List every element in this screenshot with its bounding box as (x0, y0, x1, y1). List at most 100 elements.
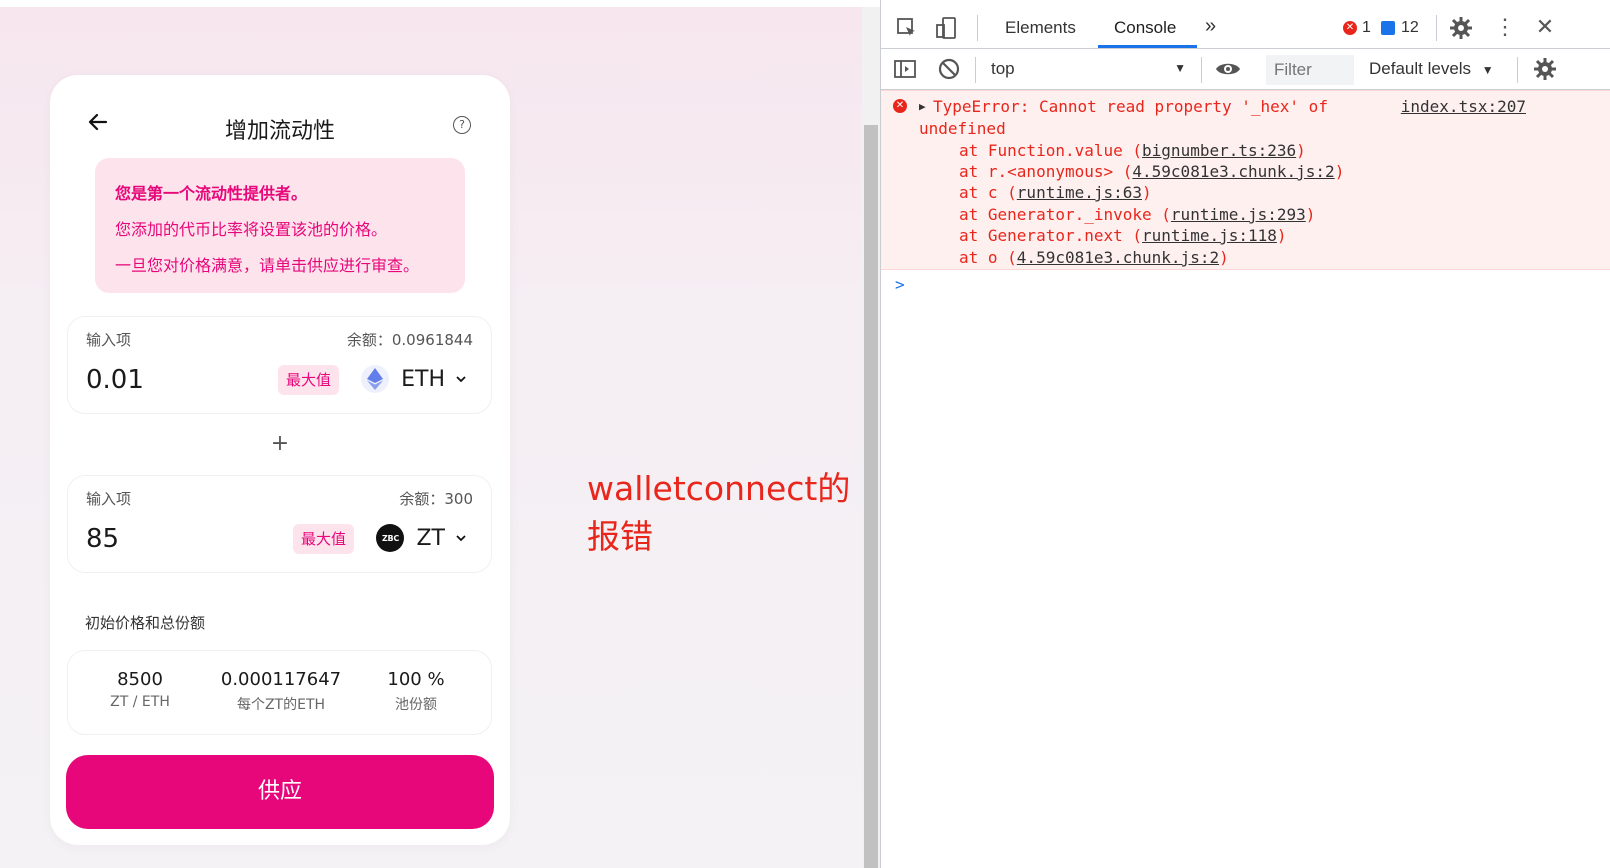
tab-elements[interactable]: Elements (1005, 18, 1076, 38)
chevron-down-icon (456, 535, 466, 542)
inspect-element-icon[interactable] (895, 16, 919, 40)
stack-link[interactable]: runtime.js:293 (1171, 205, 1306, 224)
message-count-badge[interactable]: 12 (1381, 19, 1419, 37)
error-source-link[interactable]: index.tsx:207 (1401, 97, 1526, 116)
toolbar-divider (1517, 57, 1518, 83)
devtools-tabbar: Elements Console » ✕ 1 12 ⋮ ✕ (881, 7, 1610, 49)
first-provider-notice: 您是第一个流动性提供者。 您添加的代币比率将设置该池的价格。 一旦您对价格满意，… (95, 158, 465, 293)
price-summary: 8500 ZT / ETH 0.000117647 每个ZT的ETH 100 %… (67, 650, 492, 735)
price-item: 100 % 池份额 (371, 669, 461, 714)
stack-text: ) (1334, 162, 1345, 181)
balance-text: 余额：0.0961844 (346, 331, 473, 349)
active-tab-indicator (1098, 45, 1197, 48)
stack-text: ) (1305, 205, 1316, 224)
card-title: 增加流动性 (224, 119, 335, 144)
error-icon: ✕ (1343, 21, 1357, 35)
price-unit: 池份额 (395, 697, 437, 713)
eth-icon (361, 365, 390, 393)
stack-text: ) (1142, 183, 1152, 202)
stack-link[interactable]: 4.59c081e3.chunk.js:2 (1017, 248, 1219, 267)
stack-text: ) (1219, 248, 1229, 267)
more-options-icon[interactable]: ⋮ (1493, 16, 1517, 40)
levels-label: Default levels (1369, 59, 1472, 78)
stack-frame: at Generator._invoke (runtime.js:293) (959, 205, 1315, 224)
amount-input[interactable]: 0.01 (86, 365, 144, 395)
max-button[interactable]: 最大值 (278, 365, 340, 395)
price-value: 0.000117647 (220, 669, 342, 690)
dropdown-arrow-icon: ▼ (1174, 61, 1186, 75)
token-symbol: ETH (401, 366, 445, 392)
error-message-line: undefined (919, 119, 1006, 138)
add-liquidity-card: 增加流动性 ? 您是第一个流动性提供者。 您添加的代币比率将设置该池的价格。 一… (50, 75, 510, 845)
clear-console-icon[interactable] (937, 57, 961, 81)
input-label: 输入项 (86, 331, 132, 349)
stack-text: ) (1276, 226, 1287, 245)
more-tabs-icon[interactable]: » (1205, 15, 1229, 39)
scrollbar-thumb[interactable] (864, 125, 878, 868)
stack-text: at r.<anonymous> ( (959, 162, 1133, 181)
stack-text: at o ( (959, 248, 1017, 267)
filter-input[interactable] (1266, 55, 1354, 85)
stack-frame: at Function.value (bignumber.ts:236) (959, 141, 1306, 160)
stack-link[interactable]: runtime.js:63 (1017, 183, 1142, 202)
error-icon: ✕ (893, 99, 907, 113)
annotation-text: walletconnect的报错 (587, 469, 851, 556)
notice-line-2: 一旦您对价格满意，请单击供应进行审查。 (115, 256, 420, 275)
stack-link[interactable]: bignumber.ts:236 (1142, 141, 1296, 160)
stack-text: ) (1296, 141, 1306, 160)
error-count: 1 (1362, 19, 1371, 36)
live-expression-eye-icon[interactable] (1215, 57, 1240, 81)
supply-button[interactable]: 供应 (66, 755, 494, 829)
stack-frame: at c (runtime.js:63) (959, 183, 1152, 202)
notice-line-1: 您添加的代币比率将设置该池的价格。 (115, 220, 388, 239)
currency-input-1: 输入项 余额：0.0961844 0.01 最大值 ETH (67, 316, 492, 414)
toolbar-divider (1436, 15, 1437, 41)
error-count-badge[interactable]: ✕ 1 (1343, 19, 1371, 37)
expand-triangle-icon[interactable]: ▶ (919, 100, 926, 113)
toolbar-divider (977, 15, 978, 41)
price-value: 8500 (117, 669, 163, 690)
log-levels-select[interactable]: Default levels ▼ (1369, 59, 1494, 79)
plus-icon: + (270, 431, 290, 456)
sidebar-toggle-icon[interactable] (893, 57, 917, 81)
console-settings-gear-icon[interactable] (1533, 57, 1557, 81)
balance-text: 余额：300 (399, 490, 473, 508)
error-message-line: TypeError: Cannot read property '_hex' o… (933, 97, 1328, 116)
price-unit: 每个ZT的ETH (236, 697, 326, 713)
amount-input[interactable]: 85 (86, 524, 119, 554)
price-item: 8500 ZT / ETH (90, 669, 190, 710)
console-error-message: ✕ ▶ TypeError: Cannot read property '_he… (881, 90, 1610, 270)
price-section-label: 初始价格和总份额 (85, 614, 206, 632)
token-symbol: ZT (416, 525, 445, 551)
max-button[interactable]: 最大值 (293, 524, 355, 554)
toolbar-divider (975, 57, 976, 83)
device-toolbar-icon[interactable] (935, 16, 959, 40)
settings-gear-icon[interactable] (1449, 16, 1473, 40)
chevron-down-icon (456, 376, 466, 383)
price-value: 100 % (387, 669, 445, 690)
context-select[interactable]: top ▼ (991, 59, 1186, 79)
console-toolbar: top ▼ Default levels ▼ (881, 49, 1610, 90)
token-selector-zt[interactable]: ZBC ZT (376, 520, 467, 556)
zt-token-icon: ZBC (376, 524, 405, 552)
console-prompt[interactable]: > (895, 275, 905, 294)
page-scrollbar[interactable] (862, 7, 880, 868)
stack-link[interactable]: runtime.js:118 (1142, 226, 1277, 245)
notice-title: 您是第一个流动性提供者。 (115, 184, 308, 203)
stack-text: at Generator.next ( (959, 226, 1143, 245)
currency-input-2: 输入项 余额：300 85 最大值 ZBC ZT (67, 475, 492, 573)
token-selector-eth[interactable]: ETH (361, 361, 467, 397)
stack-text: at Generator._invoke ( (959, 205, 1171, 224)
devtools-panel: Elements Console » ✕ 1 12 ⋮ ✕ top ▼ Filt… (880, 0, 1610, 868)
help-icon[interactable]: ? (453, 116, 471, 134)
close-icon[interactable]: ✕ (1533, 16, 1557, 40)
page-viewport: 增加流动性 ? 您是第一个流动性提供者。 您添加的代币比率将设置该池的价格。 一… (0, 0, 862, 868)
toolbar-divider (1201, 57, 1202, 83)
stack-link[interactable]: 4.59c081e3.chunk.js:2 (1132, 162, 1334, 181)
price-unit: ZT / ETH (110, 694, 170, 710)
stack-text: at c ( (959, 183, 1017, 202)
tab-console[interactable]: Console (1114, 18, 1176, 38)
stack-frame: at o (4.59c081e3.chunk.js:2) (959, 248, 1229, 267)
dropdown-arrow-icon: ▼ (1481, 63, 1494, 77)
input-label: 输入项 (86, 490, 132, 508)
